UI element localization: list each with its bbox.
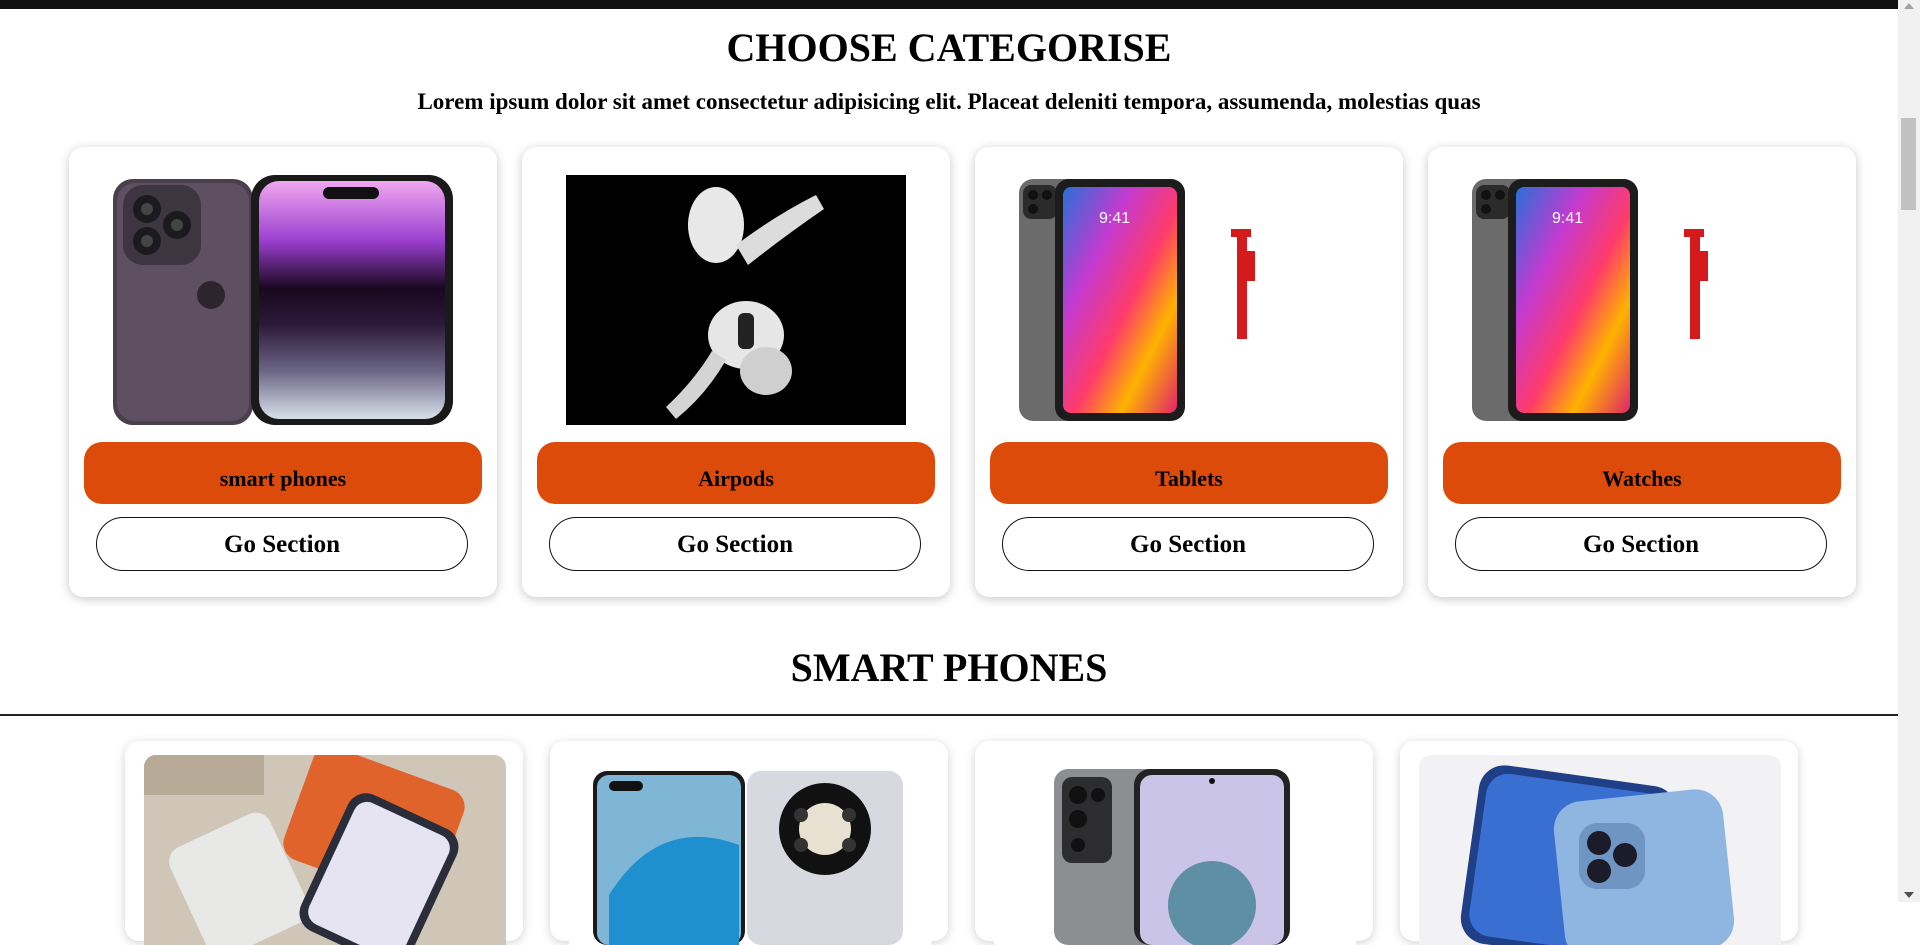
category-card-airpods: Airpods Go Section <box>522 147 950 597</box>
category-card-smart-phones: smart phones Go Section <box>69 147 497 597</box>
product-card[interactable] <box>550 741 948 945</box>
category-label: smart phones <box>84 442 482 504</box>
scroll-up-icon[interactable] <box>1904 3 1914 9</box>
go-section-button[interactable]: Go Section <box>1002 517 1374 571</box>
go-section-button[interactable]: Go Section <box>549 517 921 571</box>
airpods-image <box>566 175 906 425</box>
huawei-mate-image <box>569 755 931 945</box>
page: CHOOSE CATEGORISE Lorem ipsum dolor sit … <box>0 0 1898 945</box>
section-divider <box>0 714 1898 716</box>
category-card-watches: 9:41 Watches Go Section <box>1428 147 1856 597</box>
go-section-button[interactable]: Go Section <box>1455 517 1827 571</box>
categories-description: Lorem ipsum dolor sit amet consectetur a… <box>417 89 1481 114</box>
svg-text:9:41: 9:41 <box>1099 210 1130 227</box>
iphone-blue-image <box>1419 755 1781 945</box>
svg-text:9:41: 9:41 <box>1552 210 1583 227</box>
product-card[interactable] <box>1400 741 1798 945</box>
iphone-purple-image <box>113 175 453 425</box>
category-card-tablets: 9:41 Tablets Go Section <box>975 147 1403 597</box>
categories-heading: CHOOSE CATEGORISE <box>726 25 1172 70</box>
category-label: Airpods <box>537 442 935 504</box>
go-section-button[interactable]: Go Section <box>96 517 468 571</box>
category-label: Tablets <box>990 442 1388 504</box>
smart-phones-heading: SMART PHONES <box>790 645 1108 690</box>
vertical-scrollbar[interactable] <box>1898 0 1920 902</box>
ipad-image: 9:41 <box>1472 175 1812 425</box>
redmi-note-image <box>994 755 1356 945</box>
product-card[interactable] <box>125 741 523 945</box>
category-label: Watches <box>1443 442 1841 504</box>
pixel-phones-image <box>144 755 506 945</box>
scroll-down-icon[interactable] <box>1904 892 1914 898</box>
ipad-image: 9:41 <box>1019 175 1359 425</box>
scrollbar-thumb[interactable] <box>1901 118 1916 210</box>
product-card[interactable] <box>975 741 1373 945</box>
